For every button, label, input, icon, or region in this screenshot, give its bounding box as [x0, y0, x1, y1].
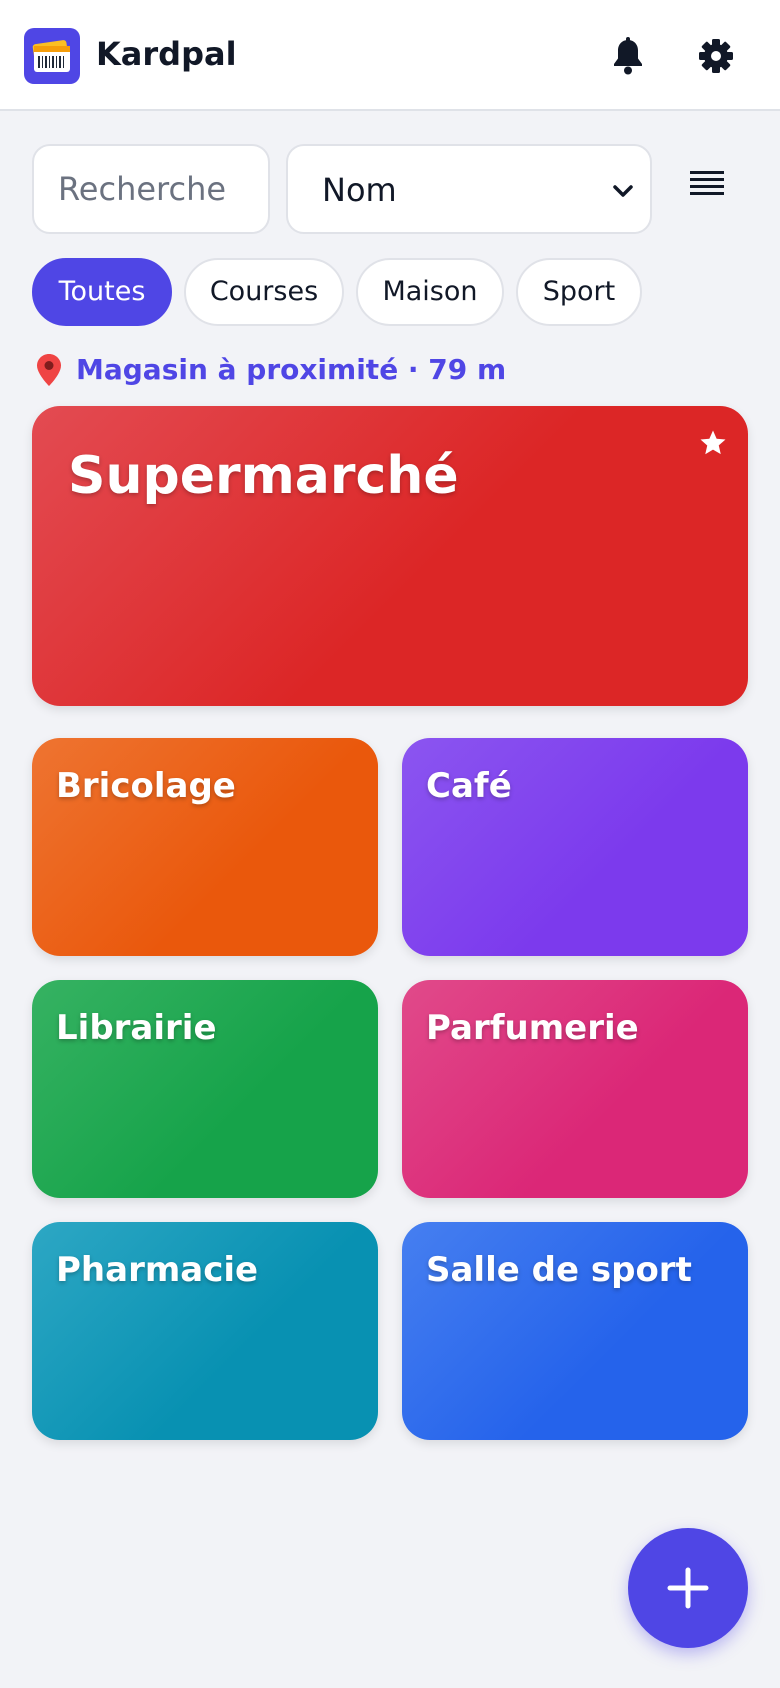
add-card-button[interactable]: [628, 1528, 748, 1648]
app-title: Kardpal: [96, 35, 237, 73]
card-cafe[interactable]: Café: [402, 738, 748, 956]
sort-selected-value: Nom: [322, 171, 397, 209]
list-view-icon[interactable]: [688, 164, 728, 204]
filter-chip-sport[interactable]: Sport: [516, 258, 642, 326]
app-root: Kardpal Nom: [0, 0, 780, 1688]
card-supermarche[interactable]: Supermarché: [32, 406, 748, 706]
chevron-down-icon: [613, 185, 633, 197]
card-name: Bricolage: [56, 766, 236, 806]
card-pharmacie[interactable]: Pharmacie: [32, 1222, 378, 1440]
bell-icon[interactable]: [606, 34, 650, 78]
card-name: Pharmacie: [56, 1250, 259, 1290]
filter-chip-toutes[interactable]: Toutes: [32, 258, 172, 326]
filter-chip-maison[interactable]: Maison: [356, 258, 504, 326]
card-salle-de-sport[interactable]: Salle de sport: [402, 1222, 748, 1440]
nearby-store-text: Magasin à proximité · 79 m: [76, 353, 507, 386]
card-name: Parfumerie: [426, 1008, 639, 1048]
card-name: Salle de sport: [426, 1250, 692, 1290]
sort-select[interactable]: Nom: [286, 144, 652, 234]
app-logo-icon: [24, 28, 80, 84]
card-name: Café: [426, 766, 512, 806]
search-input[interactable]: [32, 144, 270, 234]
gear-icon[interactable]: [694, 34, 738, 78]
card-bricolage[interactable]: Bricolage: [32, 738, 378, 956]
star-icon: [700, 430, 726, 455]
card-name: Supermarché: [68, 446, 459, 506]
card-parfumerie[interactable]: Parfumerie: [402, 980, 748, 1198]
app-header: Kardpal: [0, 0, 780, 111]
plus-icon: [667, 1567, 709, 1609]
card-librairie[interactable]: Librairie: [32, 980, 378, 1198]
location-pin-icon: [37, 354, 61, 386]
filter-chip-courses[interactable]: Courses: [184, 258, 344, 326]
card-name: Librairie: [56, 1008, 217, 1048]
